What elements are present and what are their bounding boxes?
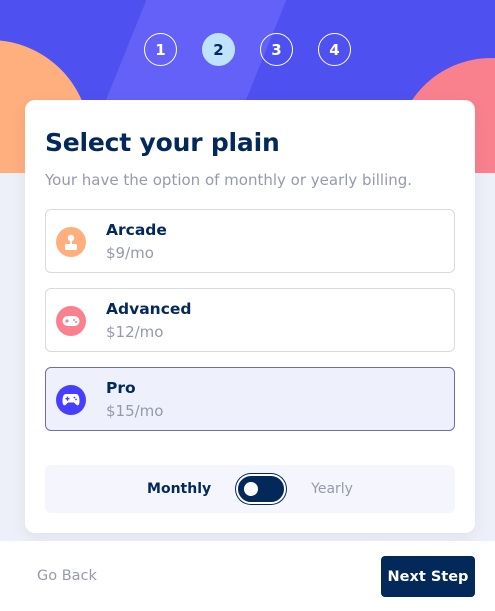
plan-name: Advanced <box>106 299 192 318</box>
plan-option-pro[interactable]: Pro $15/mo <box>45 366 455 431</box>
billing-toggle[interactable] <box>238 476 285 502</box>
step-2[interactable]: 2 <box>202 33 235 66</box>
step-3[interactable]: 3 <box>260 33 293 66</box>
monthly-label[interactable]: Monthly <box>147 481 211 497</box>
plan-name: Pro <box>106 378 136 397</box>
plan-card: Select your plain Your have the option o… <box>25 100 475 533</box>
plan-option-arcade[interactable]: Arcade $9/mo <box>45 208 455 273</box>
plan-price: $9/mo <box>106 243 154 262</box>
step-4[interactable]: 4 <box>318 33 351 66</box>
footer-bar: Go Back Next Step <box>0 541 495 611</box>
go-back-button[interactable]: Go Back <box>37 568 97 584</box>
step-indicator: 1 2 3 4 <box>0 33 495 66</box>
toggle-knob <box>244 482 259 496</box>
yearly-label[interactable]: Yearly <box>311 481 353 497</box>
plan-price: $15/mo <box>106 401 164 420</box>
plan-option-advanced[interactable]: Advanced $12/mo <box>45 287 455 352</box>
next-step-button[interactable]: Next Step <box>381 556 475 597</box>
arcade-icon <box>56 226 86 257</box>
controller-icon <box>56 384 86 415</box>
page-subtitle: Your have the option of monthly or yearl… <box>45 171 413 189</box>
plan-price: $12/mo <box>106 322 164 341</box>
plan-list: Arcade $9/mo Advanced $12/mo Pro $15/mo <box>45 208 455 431</box>
billing-toggle-bar: Monthly Yearly <box>45 465 455 513</box>
page-title: Select your plain <box>45 128 280 157</box>
plan-name: Arcade <box>106 220 167 239</box>
step-1[interactable]: 1 <box>144 33 177 66</box>
gamepad-icon <box>56 305 86 336</box>
